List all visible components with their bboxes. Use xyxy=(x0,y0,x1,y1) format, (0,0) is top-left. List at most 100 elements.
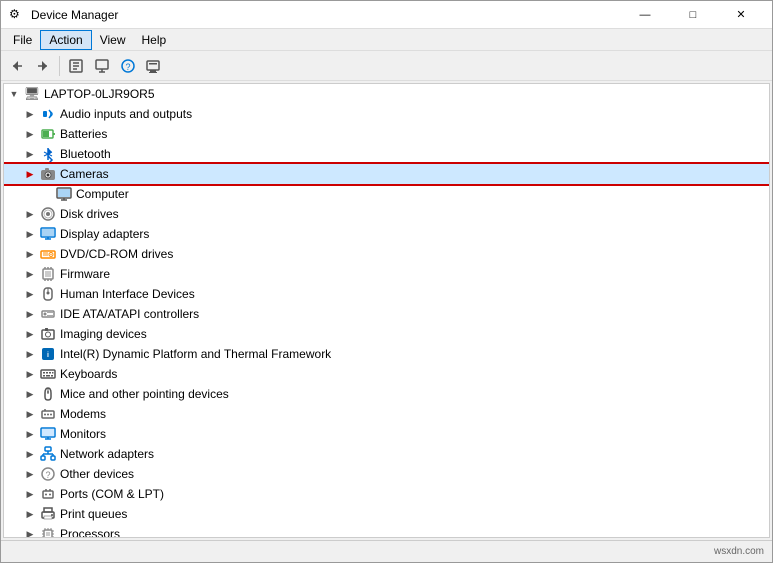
expand-mice[interactable]: ▶ xyxy=(22,386,38,402)
svg-text:i: i xyxy=(47,352,49,359)
expand-disk[interactable]: ▶ xyxy=(22,206,38,222)
title-bar: ⚙ Device Manager — □ ✕ xyxy=(1,1,772,29)
expand-ports[interactable]: ▶ xyxy=(22,486,38,502)
tree-item-hid[interactable]: ▶ Human Interface Devices xyxy=(4,284,769,304)
label-modems: Modems xyxy=(58,407,106,421)
icon-computer xyxy=(56,186,72,202)
tree-item-imaging[interactable]: ▶ Imaging devices xyxy=(4,324,769,344)
back-button[interactable] xyxy=(5,54,29,78)
icon-intel: i xyxy=(40,346,56,362)
icon-ide xyxy=(40,306,56,322)
tree-item-monitors[interactable]: ▶ Monitors xyxy=(4,424,769,444)
update-driver-button[interactable] xyxy=(90,54,114,78)
title-bar-controls: — □ ✕ xyxy=(622,5,764,25)
label-mice: Mice and other pointing devices xyxy=(58,387,229,401)
label-firmware: Firmware xyxy=(58,267,110,281)
device-tree[interactable]: ▼ 🖥 LAPTOP-0LJR9OR5 ▶ Audio inputs and o… xyxy=(3,83,770,538)
icon-laptop: 🖥 xyxy=(24,86,40,102)
expand-audio[interactable]: ▶ xyxy=(22,106,38,122)
icon-network xyxy=(40,446,56,462)
menu-action[interactable]: Action xyxy=(40,30,91,50)
expand-firmware[interactable]: ▶ xyxy=(22,266,38,282)
icon-modems xyxy=(40,406,56,422)
icon-processors xyxy=(40,526,56,538)
tree-item-print[interactable]: ▶ Print queues xyxy=(4,504,769,524)
label-network: Network adapters xyxy=(58,447,154,461)
expand-other[interactable]: ▶ xyxy=(22,466,38,482)
tree-item-ports[interactable]: ▶ Ports (COM & LPT) xyxy=(4,484,769,504)
label-ports: Ports (COM & LPT) xyxy=(58,487,164,501)
tree-item-network[interactable]: ▶ Network adapters xyxy=(4,444,769,464)
label-dvd: DVD/CD-ROM drives xyxy=(58,247,173,261)
icon-disk xyxy=(40,206,56,222)
tree-item-ide[interactable]: ▶ IDE ATA/ATAPI controllers xyxy=(4,304,769,324)
icon-cameras xyxy=(40,166,56,182)
icon-batteries xyxy=(40,126,56,142)
expand-cameras[interactable]: ▶ xyxy=(22,166,38,182)
forward-button[interactable] xyxy=(31,54,55,78)
expand-intel[interactable]: ▶ xyxy=(22,346,38,362)
close-button[interactable]: ✕ xyxy=(718,5,764,25)
menu-file[interactable]: File xyxy=(5,31,40,49)
tree-item-mice[interactable]: ▶ Mice and other pointing devices xyxy=(4,384,769,404)
menu-view[interactable]: View xyxy=(92,31,134,49)
tree-item-keyboards[interactable]: ▶ Keyboards xyxy=(4,364,769,384)
tree-item-bluetooth[interactable]: ▶ Bluetooth xyxy=(4,144,769,164)
expand-bluetooth[interactable]: ▶ xyxy=(22,146,38,162)
label-intel: Intel(R) Dynamic Platform and Thermal Fr… xyxy=(58,347,331,361)
app-icon: ⚙ xyxy=(9,7,25,23)
tree-item-display[interactable]: ▶ Display adapters xyxy=(4,224,769,244)
expand-modems[interactable]: ▶ xyxy=(22,406,38,422)
icon-keyboards xyxy=(40,366,56,382)
expand-network[interactable]: ▶ xyxy=(22,446,38,462)
label-cameras: Cameras xyxy=(58,167,109,181)
tree-item-audio[interactable]: ▶ Audio inputs and outputs xyxy=(4,104,769,124)
expand-processors[interactable]: ▶ xyxy=(22,526,38,538)
icon-ports xyxy=(40,486,56,502)
tree-item-intel[interactable]: ▶ i Intel(R) Dynamic Platform and Therma… xyxy=(4,344,769,364)
label-display: Display adapters xyxy=(58,227,149,241)
properties-button[interactable] xyxy=(64,54,88,78)
label-computer: Computer xyxy=(74,187,129,201)
expand-hid[interactable]: ▶ xyxy=(22,286,38,302)
icon-hid xyxy=(40,286,56,302)
tree-item-cameras[interactable]: ▶ Cameras xyxy=(4,164,769,184)
label-bluetooth: Bluetooth xyxy=(58,147,111,161)
expand-display[interactable]: ▶ xyxy=(22,226,38,242)
tree-item-batteries[interactable]: ▶ Batteries xyxy=(4,124,769,144)
label-print: Print queues xyxy=(58,507,127,521)
tree-item-processors[interactable]: ▶ xyxy=(4,524,769,538)
svg-text:?: ? xyxy=(45,470,50,480)
icon-other: ? xyxy=(40,466,56,482)
expand-monitors[interactable]: ▶ xyxy=(22,426,38,442)
expand-imaging[interactable]: ▶ xyxy=(22,326,38,342)
tree-item-root[interactable]: ▼ 🖥 LAPTOP-0LJR9OR5 xyxy=(4,84,769,104)
menu-help[interactable]: Help xyxy=(134,31,175,49)
icon-print xyxy=(40,506,56,522)
expand-dvd[interactable]: ▶ xyxy=(22,246,38,262)
tree-item-modems[interactable]: ▶ Modems xyxy=(4,404,769,424)
help-button[interactable]: ? xyxy=(116,54,140,78)
icon-monitors xyxy=(40,426,56,442)
tree-item-disk[interactable]: ▶ Disk drives xyxy=(4,204,769,224)
expand-root[interactable]: ▼ xyxy=(6,86,22,102)
maximize-button[interactable]: □ xyxy=(670,5,716,25)
expand-batteries[interactable]: ▶ xyxy=(22,126,38,142)
label-audio: Audio inputs and outputs xyxy=(58,107,192,121)
tree-item-other[interactable]: ▶ ? Other devices xyxy=(4,464,769,484)
expand-keyboards[interactable]: ▶ xyxy=(22,366,38,382)
tree-item-firmware[interactable]: ▶ Firmware xyxy=(4,264,769,284)
device-manager-window: ⚙ Device Manager — □ ✕ File Action View … xyxy=(0,0,773,563)
tree-item-computer[interactable]: ▶ Computer xyxy=(4,184,769,204)
main-content: ▼ 🖥 LAPTOP-0LJR9OR5 ▶ Audio inputs and o… xyxy=(1,81,772,540)
icon-audio xyxy=(40,106,56,122)
minimize-button[interactable]: — xyxy=(622,5,668,25)
scan-button[interactable] xyxy=(142,54,166,78)
svg-text:?: ? xyxy=(125,62,130,72)
toolbar: ? xyxy=(1,51,772,81)
expand-ide[interactable]: ▶ xyxy=(22,306,38,322)
tree-item-dvd[interactable]: ▶ DVD/CD-ROM drives xyxy=(4,244,769,264)
label-processors: Processors xyxy=(58,527,120,538)
expand-print[interactable]: ▶ xyxy=(22,506,38,522)
icon-dvd xyxy=(40,246,56,262)
